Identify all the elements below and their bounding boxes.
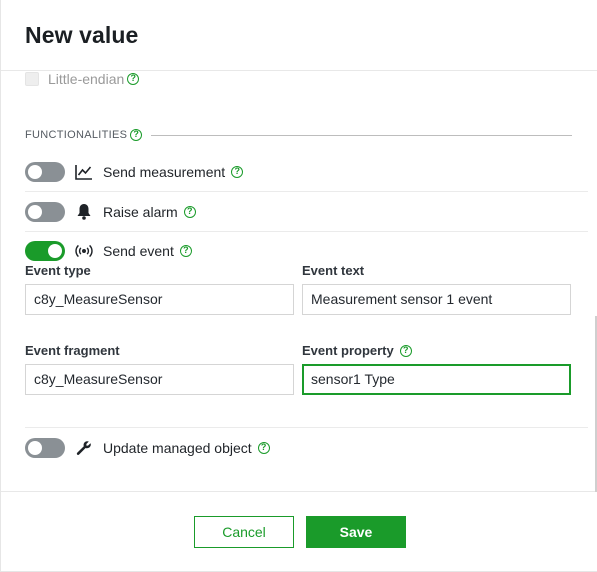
event-type-label: Event type — [25, 263, 91, 278]
update-managed-object-help-icon[interactable]: ? — [257, 441, 270, 454]
send-event-label: Send event — [103, 243, 174, 259]
wrench-icon — [75, 439, 93, 457]
event-fragment-input[interactable]: c8y_MeasureSensor — [25, 364, 294, 395]
update-managed-object-label: Update managed object — [103, 439, 252, 456]
little-endian-help-icon[interactable]: ? — [127, 73, 140, 85]
event-type-input[interactable]: c8y_MeasureSensor — [25, 284, 294, 315]
event-property-label-text: Event property — [302, 343, 394, 358]
raise-alarm-label: Raise alarm — [103, 203, 178, 220]
functionalities-help-icon[interactable]: ? — [130, 129, 143, 141]
update-managed-object-toggle[interactable] — [25, 437, 65, 458]
dialog-body: Little-endian ? FUNCTIONALITIES ? Send m… — [1, 71, 597, 492]
send-event-help-icon[interactable]: ? — [179, 245, 192, 257]
new-value-dialog: New value Little-endian ? FUNCTIONALITIE… — [0, 0, 597, 572]
little-endian-label: Little-endian — [48, 71, 125, 87]
section-divider — [151, 135, 572, 136]
event-text-label: Event text — [302, 263, 365, 278]
raise-alarm-row: Raise alarm ? — [25, 192, 588, 232]
event-text-input[interactable]: Measurement sensor 1 event — [302, 284, 571, 315]
event-property-input[interactable]: sensor1 Type — [302, 364, 571, 395]
event-property-label: Event property ? — [302, 343, 412, 358]
dialog-header: New value — [1, 0, 597, 71]
save-button[interactable]: Save — [306, 516, 406, 548]
dialog-title: New value — [25, 22, 139, 48]
line-chart-icon — [75, 163, 93, 181]
send-event-toggle[interactable] — [25, 241, 65, 261]
send-measurement-toggle[interactable] — [25, 161, 65, 182]
bell-icon — [75, 203, 93, 221]
functionalities-heading-text: FUNCTIONALITIES — [25, 129, 128, 141]
raise-alarm-help-icon[interactable]: ? — [183, 205, 196, 218]
event-fragment-label: Event fragment — [25, 343, 120, 358]
event-property-help-icon[interactable]: ? — [399, 344, 412, 357]
little-endian-checkbox[interactable] — [25, 72, 39, 86]
little-endian-option[interactable]: Little-endian ? — [25, 71, 140, 87]
update-managed-object-row: Update managed object ? — [25, 427, 588, 467]
cancel-button[interactable]: Cancel — [194, 516, 294, 548]
send-measurement-row: Send measurement ? — [25, 152, 588, 192]
send-measurement-label: Send measurement — [103, 163, 226, 180]
functionalities-heading: FUNCTIONALITIES ? — [25, 129, 143, 141]
raise-alarm-toggle[interactable] — [25, 201, 65, 222]
broadcast-icon — [75, 242, 93, 260]
send-measurement-help-icon[interactable]: ? — [231, 165, 244, 178]
